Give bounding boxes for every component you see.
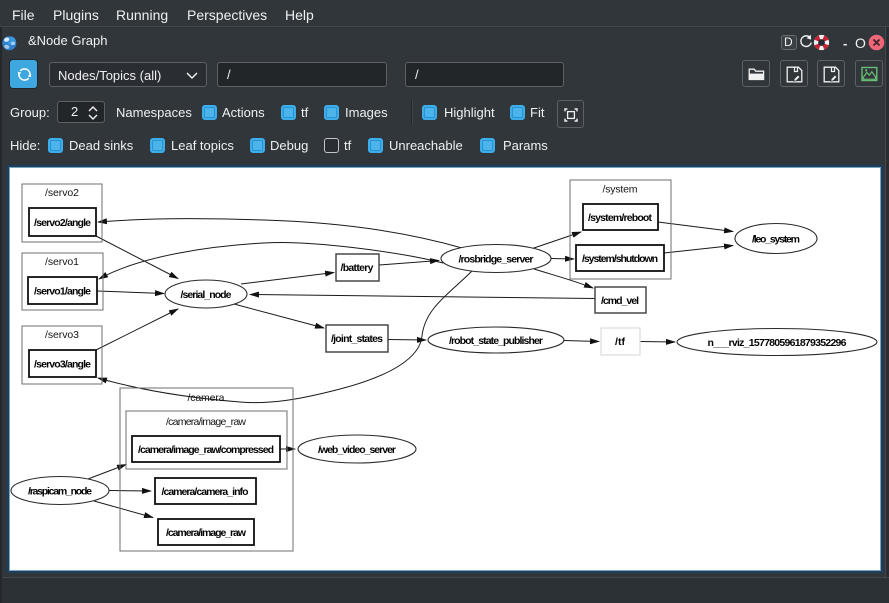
svg-text:/camera/image_raw: /camera/image_raw	[166, 416, 246, 428]
svg-text:/servo3/angle: /servo3/angle	[34, 359, 91, 371]
svg-text:/system/reboot: /system/reboot	[588, 212, 653, 224]
svg-text:/serial_node: /serial_node	[181, 289, 232, 301]
svg-text:/camera/image_raw: /camera/image_raw	[166, 527, 247, 539]
svg-text:/joint_states: /joint_states	[331, 333, 383, 345]
svg-text:/raspicam_node: /raspicam_node	[28, 486, 92, 498]
svg-text:/tf: /tf	[615, 336, 625, 348]
svg-text:/camera/camera_info: /camera/camera_info	[162, 486, 249, 498]
svg-text:/servo2/angle: /servo2/angle	[34, 217, 91, 229]
svg-text:/web_video_server: /web_video_server	[318, 444, 396, 456]
svg-text:/camera/image_raw/compressed: /camera/image_raw/compressed	[138, 444, 274, 456]
svg-text:/servo2: /servo2	[45, 187, 79, 199]
svg-text:/servo1: /servo1	[45, 256, 79, 268]
svg-text:/servo3: /servo3	[45, 329, 79, 341]
svg-text:/leo_system: /leo_system	[752, 234, 800, 246]
svg-text:/system: /system	[603, 184, 638, 196]
svg-text:/system/shutdown: /system/shutdown	[582, 253, 658, 265]
svg-text:/camera: /camera	[188, 392, 225, 404]
svg-text:/rosbridge_server: /rosbridge_server	[459, 254, 534, 266]
svg-text:/robot_state_publisher: /robot_state_publisher	[449, 335, 543, 347]
svg-text:n___rviz_1577805961879352296: n___rviz_1577805961879352296	[708, 337, 847, 349]
svg-text:/servo1/angle: /servo1/angle	[34, 286, 91, 298]
svg-text:/cmd_vel: /cmd_vel	[601, 295, 639, 307]
svg-text:/battery: /battery	[341, 262, 374, 274]
